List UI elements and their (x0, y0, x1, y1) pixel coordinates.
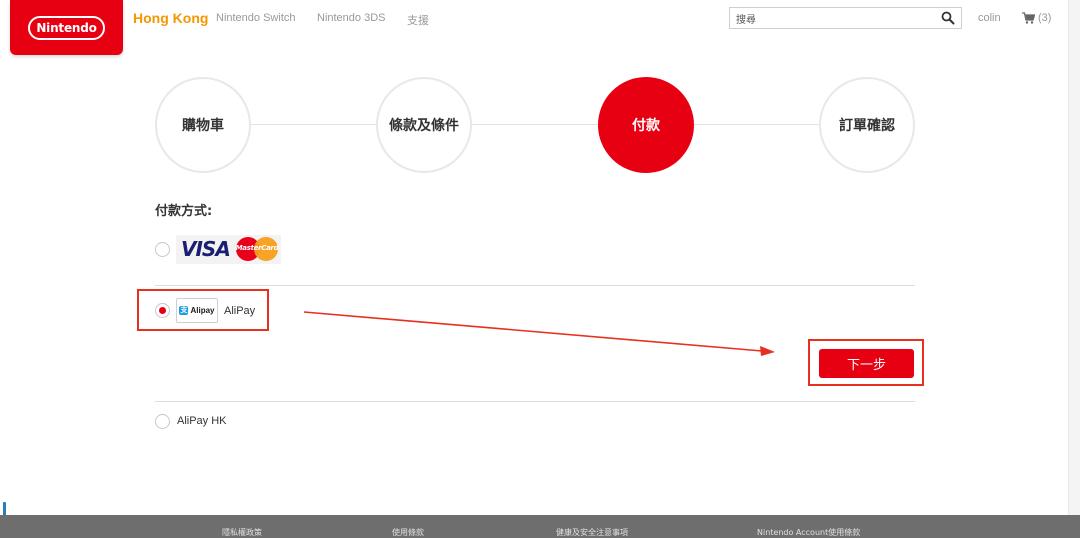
footer-link-health-safety[interactable]: 健康及安全注意事項 (556, 527, 628, 538)
cart-icon (1022, 12, 1035, 24)
divider (155, 401, 915, 402)
footer-link-account-terms[interactable]: Nintendo Account使用條款 (757, 527, 860, 538)
checkout-page: Nintendo Hong Kong Nintendo Switch Ninte… (0, 0, 1080, 538)
step-payment: 付款 (598, 77, 694, 173)
scrollbar[interactable] (1068, 0, 1080, 515)
footer-link-terms[interactable]: 使用條款 (392, 527, 424, 538)
region-label[interactable]: Hong Kong (133, 10, 208, 26)
step-order-confirmation: 訂單確認 (819, 77, 915, 173)
footer: 隱私權政策 使用條款 健康及安全注意事項 Nintendo Account使用條… (0, 515, 1080, 538)
payment-method-title: 付款方式: (155, 204, 213, 219)
search-input[interactable] (736, 10, 936, 26)
search-icon[interactable] (941, 11, 955, 25)
cart-link[interactable]: (3) (1022, 10, 1051, 26)
nav-nintendo-switch[interactable]: Nintendo Switch (216, 12, 296, 24)
visa-logo-text: VISA (181, 237, 231, 261)
nav-nintendo-3ds[interactable]: Nintendo 3DS (317, 12, 386, 24)
visa-mastercard-logo[interactable]: VISA MasterCard (176, 235, 281, 264)
steps-connector (200, 124, 870, 125)
annotation-arrow (303, 311, 775, 356)
annotation-highlight-alipay (137, 289, 269, 331)
alipay-hk-label[interactable]: AliPay HK (177, 415, 227, 427)
logo-text: Nintendo (28, 16, 105, 40)
step-cart: 購物車 (155, 77, 251, 173)
footer-link-privacy[interactable]: 隱私權政策 (222, 527, 262, 538)
radio-visa-mastercard[interactable] (155, 242, 170, 257)
next-step-button[interactable]: 下一步 (819, 349, 914, 378)
cart-count: (3) (1038, 12, 1052, 24)
username-link[interactable]: colin (978, 12, 1001, 24)
radio-alipay-hk[interactable] (155, 414, 170, 429)
mastercard-logo-text: MasterCard (235, 244, 279, 252)
search-box (729, 7, 962, 29)
divider (155, 285, 915, 286)
nintendo-logo[interactable]: Nintendo (10, 0, 123, 55)
step-terms: 條款及條件 (376, 77, 472, 173)
nav-support[interactable]: 支援 (407, 12, 429, 28)
